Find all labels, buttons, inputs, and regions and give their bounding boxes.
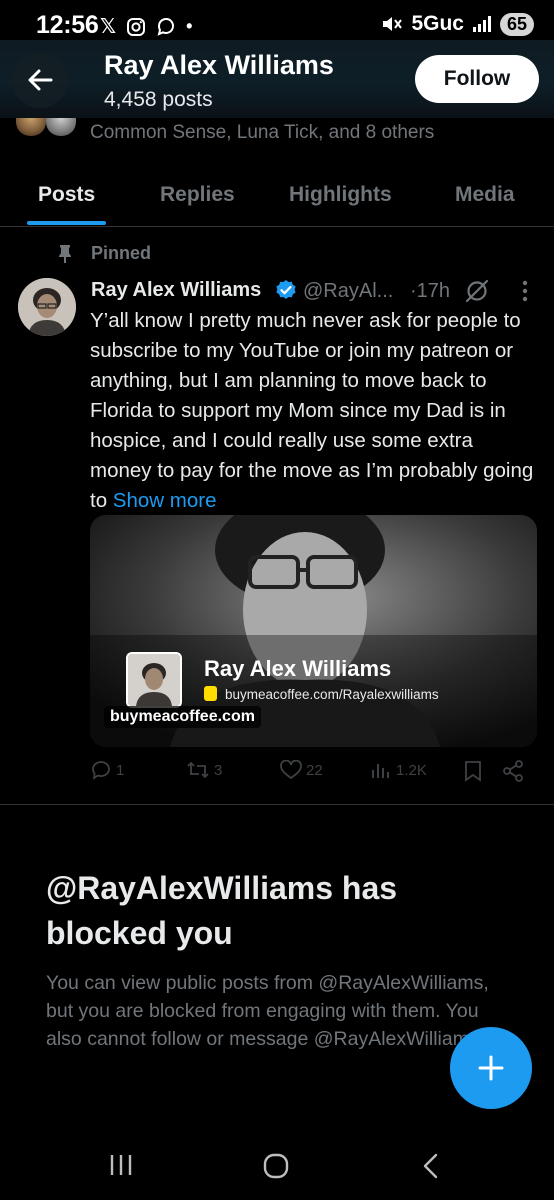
coffee-cup-icon	[204, 686, 217, 701]
messenger-icon	[157, 17, 175, 36]
blocked-description: You can view public posts from @RayAlexW…	[46, 972, 489, 1050]
post-timestamp[interactable]: ·17h	[410, 280, 450, 303]
views-button[interactable]: 1.2K	[370, 760, 427, 780]
battery-level: 65	[499, 12, 534, 36]
home-icon[interactable]	[262, 1152, 290, 1180]
post-body-text: Y’all know I pretty much never ask for p…	[90, 309, 534, 512]
repost-count: 3	[214, 761, 223, 779]
tab-highlights[interactable]: Highlights	[289, 183, 392, 207]
repost-button[interactable]: 3	[186, 760, 222, 780]
share-icon	[503, 760, 523, 782]
plus-icon	[478, 1055, 504, 1081]
bookmark-button[interactable]	[464, 760, 482, 782]
follower-avatar	[46, 118, 76, 136]
post-actions: 1 3 22 1.2K	[88, 760, 538, 790]
card-title: Ray Alex Williams	[204, 656, 392, 681]
like-count: 22	[306, 761, 323, 779]
status-notification-icons: 𝕏 •	[100, 14, 192, 39]
share-button[interactable]	[502, 760, 524, 782]
post-divider	[0, 804, 554, 805]
pinned-label: Pinned	[91, 243, 152, 263]
tab-posts[interactable]: Posts	[38, 183, 95, 207]
card-thumbnail	[126, 652, 182, 708]
status-right: 5Guc 65	[381, 12, 534, 36]
bookmark-icon	[465, 761, 481, 782]
pin-icon	[59, 245, 71, 263]
header-profile-name: Ray Alex Williams	[104, 50, 334, 80]
avatar-portrait	[18, 278, 76, 336]
views-count: 1.2K	[396, 761, 427, 779]
recent-apps-icon[interactable]	[108, 1152, 134, 1178]
active-tab-indicator	[27, 221, 106, 225]
heart-icon	[280, 760, 302, 780]
post-author-name[interactable]: Ray Alex Williams	[91, 279, 261, 302]
card-thumbnail-portrait	[128, 654, 180, 706]
instagram-icon	[127, 17, 146, 36]
follower-avatar	[16, 118, 46, 136]
signal-icon	[472, 16, 491, 32]
back-nav-icon[interactable]	[420, 1152, 442, 1180]
blocked-title: @RayAlexWilliams has blocked you	[46, 870, 398, 951]
compose-post-button[interactable]	[450, 1027, 532, 1109]
mute-icon	[383, 17, 403, 31]
profile-tabs: Posts Replies Highlights Media	[0, 160, 554, 227]
followers-you-know[interactable]: Common Sense, Luna Tick, and 8 others	[0, 118, 554, 152]
grok-icon[interactable]	[464, 278, 490, 304]
followers-you-know-text: Common Sense, Luna Tick, and 8 others	[90, 122, 435, 143]
like-button[interactable]: 22	[280, 760, 323, 780]
card-domain-label: buymeacoffee.com	[104, 706, 261, 728]
views-icon	[372, 764, 389, 778]
post-text: Y’all know I pretty much never ask for p…	[90, 306, 536, 516]
card-url: buymeacoffee.com/Rayalexwilliams	[225, 687, 439, 702]
back-button[interactable]	[12, 52, 68, 108]
more-vertical-icon[interactable]	[522, 280, 528, 302]
link-preview-card[interactable]: Ray Alex Williams buymeacoffee.com/Rayal…	[90, 515, 537, 747]
reply-icon	[92, 761, 110, 780]
system-navigation-bar	[0, 1136, 554, 1200]
profile-header: Ray Alex Williams 4,458 posts Follow	[0, 40, 554, 118]
arrow-left-icon	[28, 69, 53, 91]
repost-icon	[187, 761, 209, 779]
post-author-handle[interactable]: @RayAl...	[303, 280, 393, 303]
follow-button[interactable]: Follow	[415, 55, 539, 103]
reply-count: 1	[116, 761, 125, 779]
network-label: 5Guc	[411, 12, 464, 35]
show-more-link[interactable]: Show more	[113, 489, 217, 512]
header-posts-count: 4,458 posts	[104, 88, 213, 111]
tab-replies[interactable]: Replies	[160, 183, 235, 207]
status-time: 12:56	[36, 11, 99, 39]
more-notifications-icon: •	[186, 16, 193, 36]
reply-button[interactable]: 1	[90, 760, 124, 780]
author-avatar[interactable]	[18, 278, 76, 336]
verified-badge-icon	[276, 280, 296, 299]
x-app-icon: 𝕏	[100, 16, 117, 38]
tab-media[interactable]: Media	[455, 183, 515, 207]
